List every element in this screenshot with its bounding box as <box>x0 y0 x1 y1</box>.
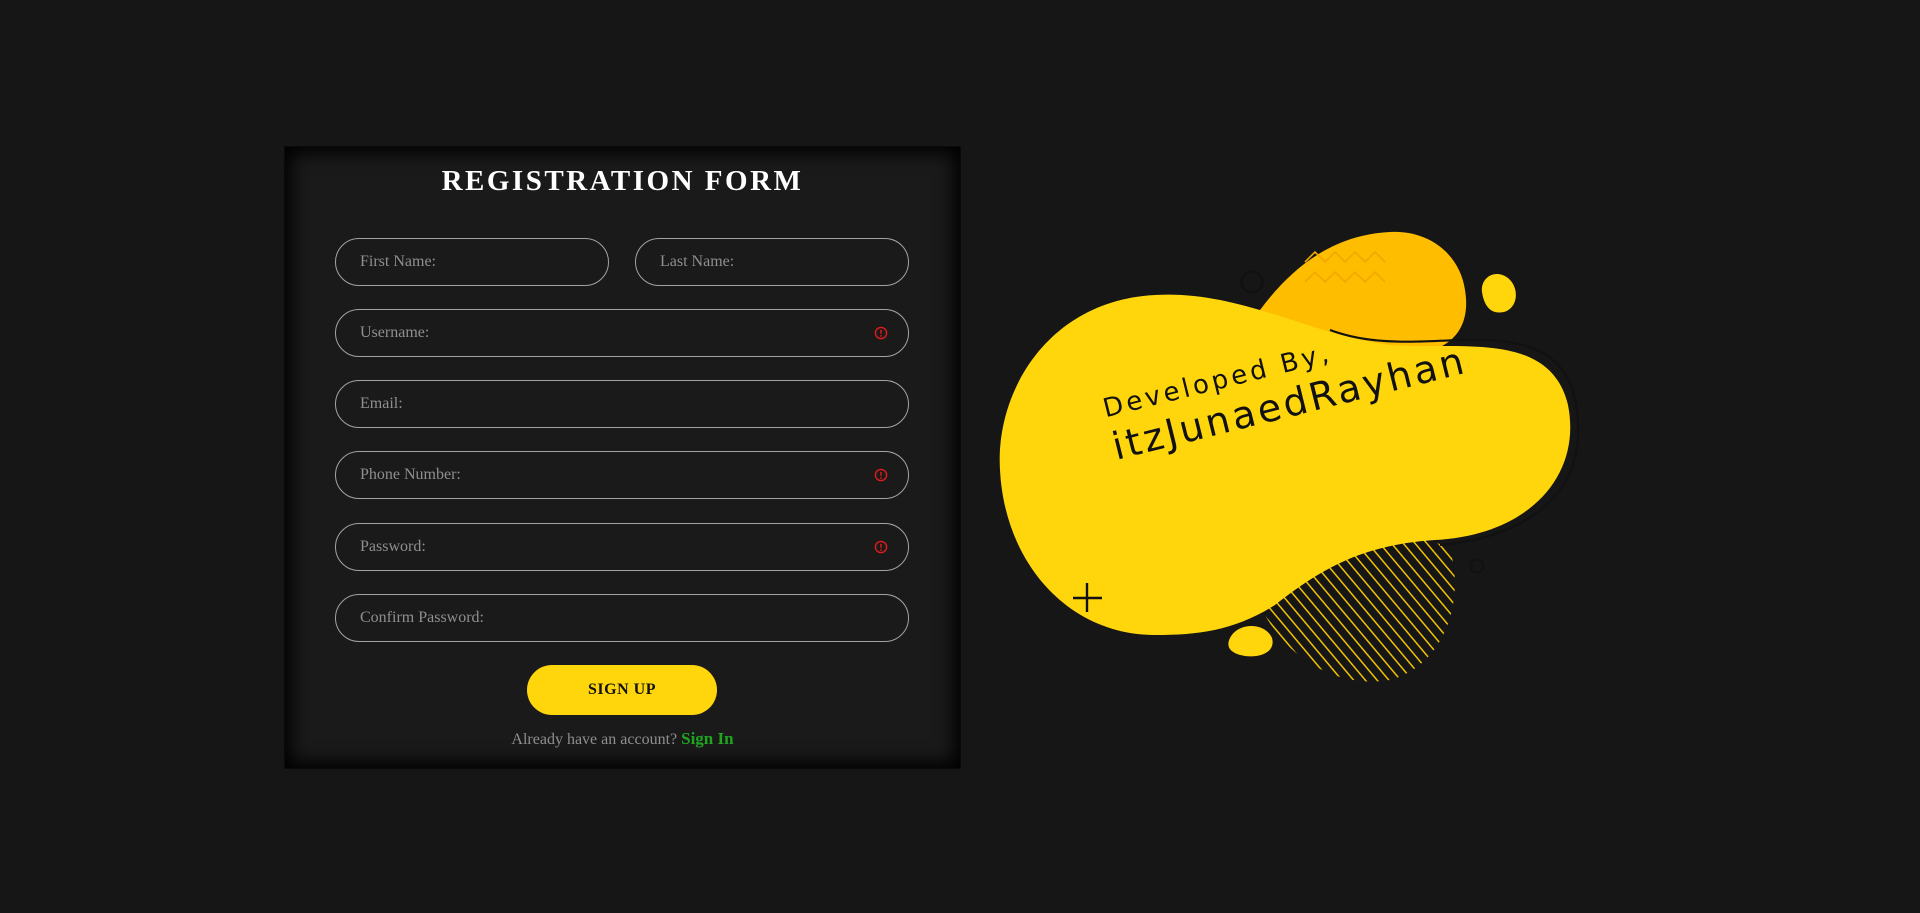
last-name-field[interactable] <box>635 238 909 286</box>
email-field[interactable] <box>335 380 909 428</box>
confirm-password-input[interactable] <box>360 595 858 641</box>
sign-up-button[interactable]: SIGN UP <box>527 665 717 715</box>
blob-illustration <box>999 231 1580 682</box>
last-name-input[interactable] <box>660 239 858 285</box>
alert-circle-icon <box>874 540 888 554</box>
first-name-field[interactable] <box>335 238 609 286</box>
signin-prompt-text: Already have an account? <box>511 731 678 748</box>
form-title: REGISTRATION FORM <box>441 165 804 197</box>
alert-circle-icon <box>874 468 888 482</box>
registration-form: REGISTRATION FORM First Name: Last Name:… <box>285 147 960 768</box>
circle-outline-large <box>1240 270 1264 294</box>
phone-number-input[interactable] <box>360 452 858 498</box>
circle-outline-small <box>1469 558 1485 574</box>
small-yellow-blob-bottom <box>1228 626 1273 657</box>
sign-in-link[interactable]: Sign In <box>681 729 733 748</box>
password-input[interactable] <box>360 524 858 570</box>
username-input[interactable] <box>360 310 858 356</box>
signin-prompt-line: Already have an account? Sign In <box>285 729 960 749</box>
username-field[interactable] <box>335 309 909 357</box>
email-input[interactable] <box>360 381 858 427</box>
main-yellow-blob <box>999 294 1571 635</box>
developer-credit-illustration: Developed By, itzJunaedRayhan <box>990 220 1590 700</box>
password-field[interactable] <box>335 523 909 571</box>
phone-number-field[interactable] <box>335 451 909 499</box>
alert-circle-icon <box>874 326 888 340</box>
first-name-input[interactable] <box>360 239 558 285</box>
registration-page: REGISTRATION FORM First Name: Last Name:… <box>0 0 1920 913</box>
small-yellow-blob-right <box>1481 273 1516 313</box>
confirm-password-field[interactable] <box>335 594 909 642</box>
